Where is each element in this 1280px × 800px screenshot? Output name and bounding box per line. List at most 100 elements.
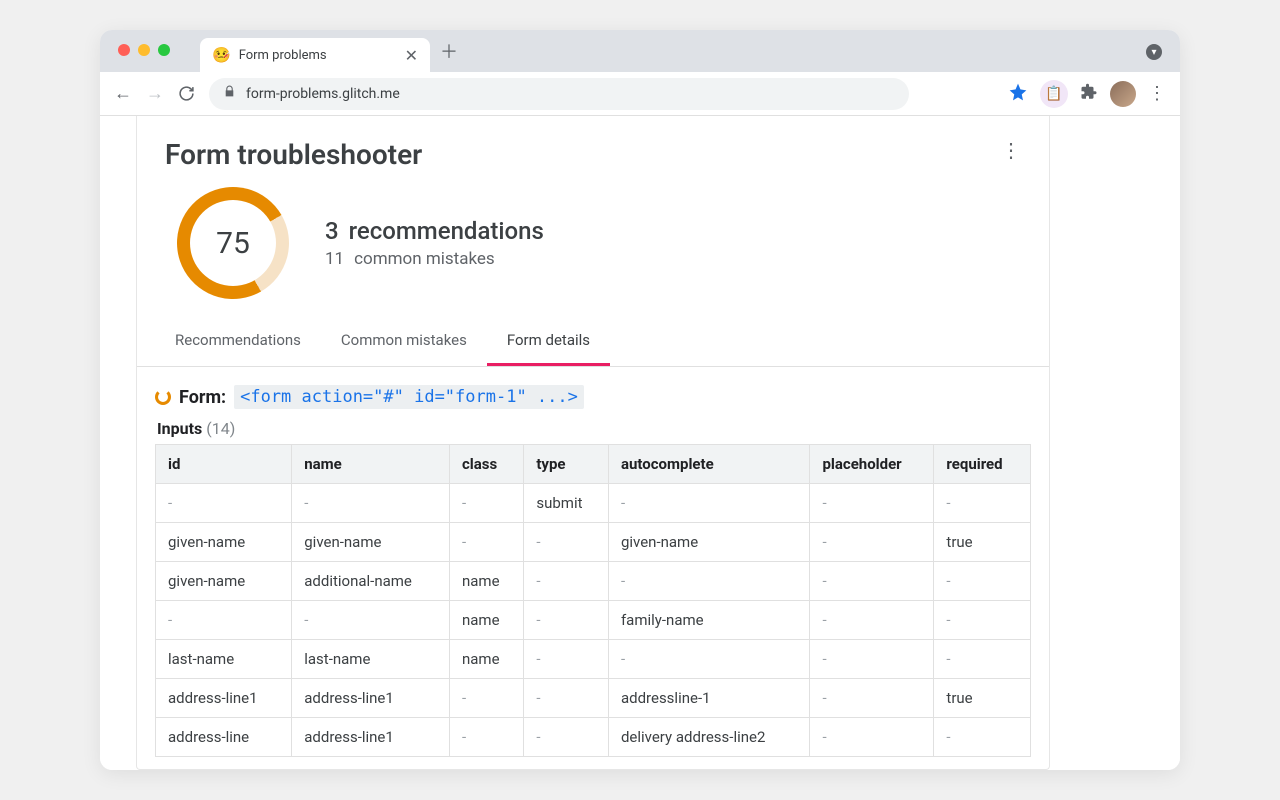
cell-autocomplete: delivery address-line2 xyxy=(608,718,809,757)
col-type: type xyxy=(524,445,609,484)
close-window-button[interactable] xyxy=(118,44,130,56)
cell-type: - xyxy=(524,601,609,640)
cell-class: - xyxy=(449,484,523,523)
recommendations-count: 3 xyxy=(325,217,339,245)
cell-type: - xyxy=(524,640,609,679)
cell-class: name xyxy=(449,562,523,601)
cell-autocomplete: - xyxy=(608,562,809,601)
inputs-table: id name class type autocomplete placehol… xyxy=(155,444,1031,757)
table-row: ---submit--- xyxy=(156,484,1031,523)
inputs-label: Inputs xyxy=(157,419,202,438)
cell-placeholder: - xyxy=(810,601,934,640)
cell-required: true xyxy=(934,523,1031,562)
table-row: last-namelast-namename---- xyxy=(156,640,1031,679)
cell-required: true xyxy=(934,679,1031,718)
form-details-body: Form: <form action="#" id="form-1" ...> … xyxy=(137,367,1049,769)
url-text: form-problems.glitch.me xyxy=(246,86,400,102)
reload-button[interactable] xyxy=(178,85,195,102)
form-label: Form: xyxy=(179,387,226,408)
cell-id: given-name xyxy=(156,562,292,601)
mistakes-count: 11 xyxy=(325,249,344,269)
tab-form-details[interactable]: Form details xyxy=(487,317,610,366)
tab-favicon: 🤒 xyxy=(212,46,231,64)
cell-name: additional-name xyxy=(292,562,450,601)
cell-name: given-name xyxy=(292,523,450,562)
cell-placeholder: - xyxy=(810,679,934,718)
summary-text: 3 recommendations 11 common mistakes xyxy=(325,217,544,269)
score-value: 75 xyxy=(190,200,276,286)
cell-type: - xyxy=(524,718,609,757)
cell-id: given-name xyxy=(156,523,292,562)
panel-menu-icon[interactable]: ⋮ xyxy=(1001,138,1021,162)
form-header-row: Form: <form action="#" id="form-1" ...> xyxy=(155,385,1031,409)
panel-title: Form troubleshooter xyxy=(165,138,422,171)
browser-toolbar: ← → form-problems.glitch.me 📋 ⋮ xyxy=(100,72,1180,116)
score-ring: 75 xyxy=(157,167,310,320)
cell-required: - xyxy=(934,484,1031,523)
maximize-window-button[interactable] xyxy=(158,44,170,56)
forward-button[interactable]: → xyxy=(146,83,164,104)
mistakes-label: common mistakes xyxy=(354,249,495,269)
cell-name: - xyxy=(292,484,450,523)
cell-placeholder: - xyxy=(810,562,934,601)
lock-icon xyxy=(223,85,236,102)
cell-autocomplete: given-name xyxy=(608,523,809,562)
cell-class: name xyxy=(449,601,523,640)
tab-recommendations[interactable]: Recommendations xyxy=(155,317,321,366)
browser-tab[interactable]: 🤒 Form problems ✕ xyxy=(200,38,430,72)
col-id: id xyxy=(156,445,292,484)
panel-tabs: Recommendations Common mistakes Form det… xyxy=(137,317,1049,367)
cell-id: - xyxy=(156,484,292,523)
cell-autocomplete: addressline-1 xyxy=(608,679,809,718)
tab-common-mistakes[interactable]: Common mistakes xyxy=(321,317,487,366)
extensions-icon[interactable] xyxy=(1080,83,1098,105)
cell-class: - xyxy=(449,679,523,718)
table-row: address-line1address-line1--addressline-… xyxy=(156,679,1031,718)
address-bar[interactable]: form-problems.glitch.me xyxy=(209,78,909,110)
back-button[interactable]: ← xyxy=(114,83,132,104)
cell-placeholder: - xyxy=(810,718,934,757)
browser-menu-icon[interactable]: ⋮ xyxy=(1148,83,1166,104)
inputs-count: (14) xyxy=(206,419,235,438)
cell-class: - xyxy=(449,718,523,757)
page-content: Form troubleshooter ⋮ 75 3 recommendation… xyxy=(100,116,1180,770)
col-name: name xyxy=(292,445,450,484)
cell-required: - xyxy=(934,562,1031,601)
troubleshooter-panel: Form troubleshooter ⋮ 75 3 recommendation… xyxy=(136,116,1050,770)
new-tab-button[interactable]: ＋ xyxy=(440,38,458,64)
recommendations-label: recommendations xyxy=(349,217,544,245)
cell-type: - xyxy=(524,523,609,562)
minimize-window-button[interactable] xyxy=(138,44,150,56)
col-placeholder: placeholder xyxy=(810,445,934,484)
loading-spinner-icon xyxy=(155,389,171,405)
extension-badge-icon[interactable]: 📋 xyxy=(1040,80,1068,108)
tab-list-button[interactable]: ▾ xyxy=(1146,44,1162,60)
cell-type: - xyxy=(524,562,609,601)
cell-required: - xyxy=(934,718,1031,757)
cell-autocomplete: - xyxy=(608,484,809,523)
cell-placeholder: - xyxy=(810,484,934,523)
close-tab-icon[interactable]: ✕ xyxy=(405,46,418,65)
cell-placeholder: - xyxy=(810,640,934,679)
cell-id: address-line1 xyxy=(156,679,292,718)
cell-id: address-line xyxy=(156,718,292,757)
profile-avatar[interactable] xyxy=(1110,81,1136,107)
toolbar-actions: 📋 ⋮ xyxy=(1008,80,1166,108)
table-row: given-nameadditional-namename---- xyxy=(156,562,1031,601)
tab-strip: 🤒 Form problems ✕ ＋ ▾ xyxy=(100,30,1180,72)
col-autocomplete: autocomplete xyxy=(608,445,809,484)
bookmark-star-icon[interactable] xyxy=(1008,82,1028,106)
col-required: required xyxy=(934,445,1031,484)
cell-class: name xyxy=(449,640,523,679)
tab-title: Form problems xyxy=(239,48,327,63)
cell-type: submit xyxy=(524,484,609,523)
table-row: --name-family-name-- xyxy=(156,601,1031,640)
cell-autocomplete: family-name xyxy=(608,601,809,640)
cell-id: - xyxy=(156,601,292,640)
table-row: given-namegiven-name--given-name-true xyxy=(156,523,1031,562)
table-header-row: id name class type autocomplete placehol… xyxy=(156,445,1031,484)
form-code-chip: <form action="#" id="form-1" ...> xyxy=(234,385,584,409)
inputs-heading: Inputs (14) xyxy=(157,419,1031,438)
cell-placeholder: - xyxy=(810,523,934,562)
cell-required: - xyxy=(934,601,1031,640)
